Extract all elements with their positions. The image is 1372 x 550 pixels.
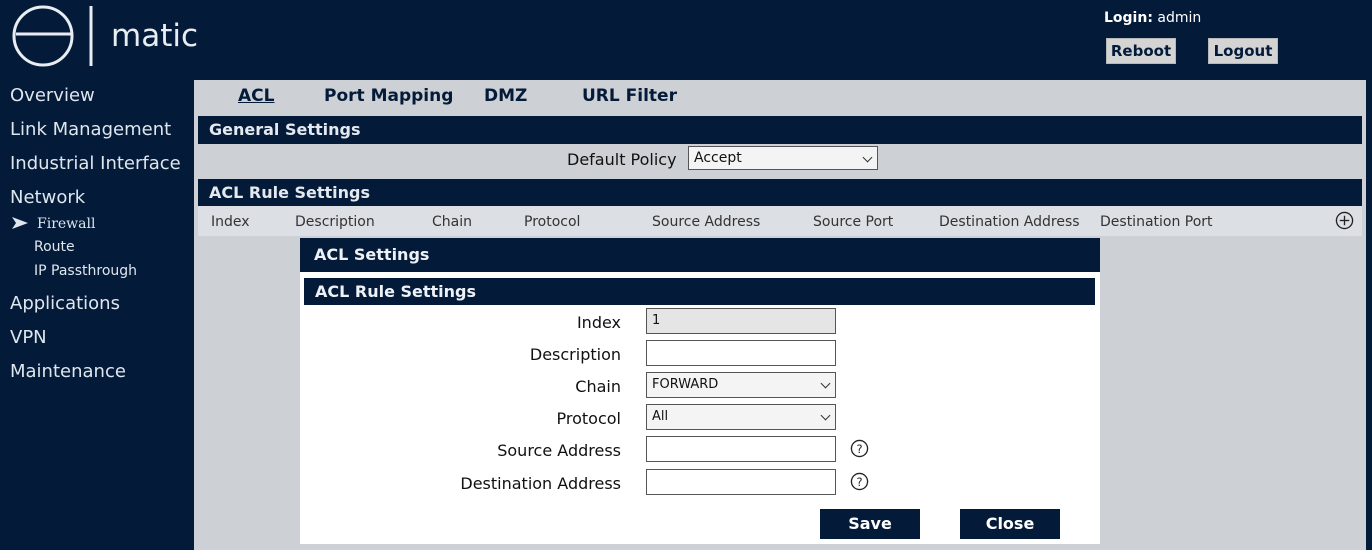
tab-dmz[interactable]: DMZ (484, 86, 527, 106)
protocol-value: All (652, 409, 669, 424)
sidebar-item-applications[interactable]: Applications (10, 293, 120, 314)
index-label: Index (576, 313, 621, 332)
col-description: Description (295, 214, 375, 230)
sidebar: Overview Link Management Industrial Inte… (0, 80, 188, 550)
close-button[interactable]: Close (960, 509, 1060, 539)
sidebar-item-link-management[interactable]: Link Management (10, 119, 171, 140)
sidebar-item-industrial-interface[interactable]: Industrial Interface (10, 153, 181, 174)
protocol-label: Protocol (556, 409, 621, 428)
destination-address-field[interactable] (646, 469, 836, 495)
description-field[interactable] (646, 340, 836, 366)
general-settings-header: General Settings (198, 116, 1362, 144)
arrow-right-icon (12, 217, 28, 229)
tab-bar: ACL Port Mapping DMZ URL Filter (194, 80, 1366, 112)
dialog-subtitle: ACL Rule Settings (304, 278, 1095, 305)
svg-text:?: ? (856, 475, 862, 489)
sidebar-subitem-route[interactable]: Route (34, 239, 75, 255)
sidebar-item-network[interactable]: Network (10, 187, 85, 208)
default-policy-value: Accept (694, 150, 742, 166)
chain-select[interactable]: FORWARD (646, 372, 836, 398)
chevron-down-icon (820, 378, 831, 389)
col-source-port: Source Port (813, 214, 894, 230)
sidebar-subitem-ip-passthrough[interactable]: IP Passthrough (34, 263, 137, 279)
tab-port-mapping[interactable]: Port Mapping (324, 86, 453, 106)
sidebar-subitem-firewall[interactable]: Firewall (37, 216, 95, 232)
col-destination-address: Destination Address (939, 214, 1080, 230)
login-info: Login: admin (1104, 10, 1201, 26)
tab-acl[interactable]: ACL (238, 86, 274, 106)
col-chain: Chain (432, 214, 472, 230)
acl-table-header: Index Description Chain Protocol Source … (198, 206, 1362, 236)
chain-label: Chain (575, 377, 621, 396)
chevron-down-icon (820, 410, 831, 421)
reboot-button[interactable]: Reboot (1106, 38, 1176, 64)
logo-text: matic (111, 18, 199, 54)
logo-mark-icon (12, 5, 93, 67)
col-protocol: Protocol (524, 214, 581, 230)
svg-text:?: ? (856, 442, 862, 456)
sidebar-item-vpn[interactable]: VPN (10, 327, 47, 348)
save-button[interactable]: Save (820, 509, 920, 539)
dialog-title: ACL Settings (300, 238, 1100, 272)
tab-url-filter[interactable]: URL Filter (582, 86, 677, 106)
sidebar-item-overview[interactable]: Overview (10, 85, 95, 106)
col-source-address: Source Address (652, 214, 761, 230)
help-icon[interactable]: ? (850, 439, 869, 458)
chain-value: FORWARD (652, 377, 719, 392)
acl-rule-settings-header: ACL Rule Settings (198, 179, 1362, 207)
chevron-down-icon (862, 152, 873, 163)
description-label: Description (529, 345, 621, 364)
login-user: admin (1157, 10, 1202, 26)
sidebar-item-maintenance[interactable]: Maintenance (10, 361, 126, 382)
source-address-label: Source Address (497, 441, 621, 460)
protocol-select[interactable]: All (646, 404, 836, 430)
default-policy-label: Default Policy (567, 150, 677, 169)
col-index: Index (211, 214, 250, 230)
logout-button[interactable]: Logout (1208, 38, 1278, 64)
help-icon[interactable]: ? (850, 472, 869, 491)
login-label: Login: (1104, 10, 1153, 26)
add-rule-icon[interactable] (1335, 211, 1354, 230)
default-policy-select[interactable]: Accept (688, 146, 878, 170)
logo: matic (10, 2, 210, 72)
source-address-field[interactable] (646, 436, 836, 462)
acl-settings-dialog: ACL Settings ACL Rule Settings Index 1 D… (300, 238, 1100, 544)
col-destination-port: Destination Port (1100, 214, 1213, 230)
destination-address-label: Destination Address (460, 474, 621, 493)
index-field[interactable]: 1 (646, 308, 836, 334)
